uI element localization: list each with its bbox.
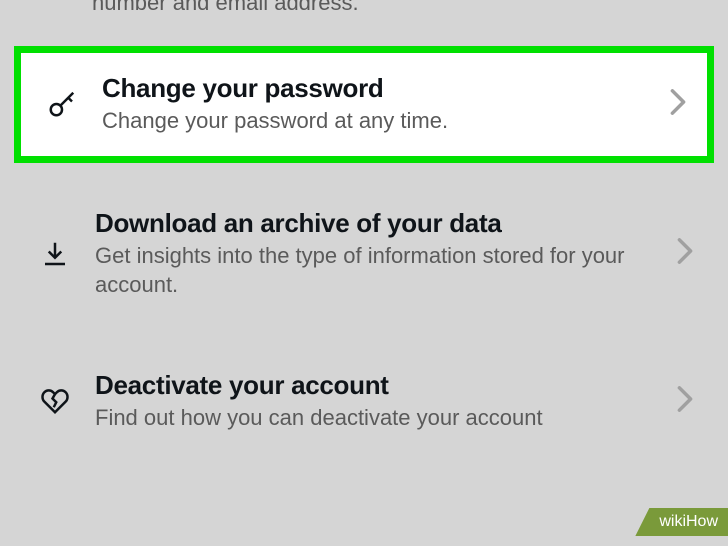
setting-item-title: Change your password	[102, 73, 657, 104]
settings-list: Change your password Change your passwor…	[0, 46, 728, 478]
chevron-right-icon	[669, 88, 693, 121]
key-icon	[42, 89, 82, 119]
setting-item-subtitle: Find out how you can deactivate your acc…	[95, 403, 664, 433]
setting-item-content: Change your password Change your passwor…	[102, 73, 657, 136]
partial-previous-item-text: number and email address.	[0, 0, 728, 46]
broken-heart-icon	[35, 386, 75, 416]
setting-item-content: Deactivate your account Find out how you…	[95, 370, 664, 433]
setting-item-deactivate-account[interactable]: Deactivate your account Find out how you…	[0, 345, 728, 458]
wikihow-watermark: wikiHow	[635, 508, 728, 536]
setting-item-title: Download an archive of your data	[95, 208, 664, 239]
setting-item-change-password[interactable]: Change your password Change your passwor…	[14, 46, 714, 163]
setting-item-content: Download an archive of your data Get ins…	[95, 208, 664, 300]
setting-item-download-archive[interactable]: Download an archive of your data Get ins…	[0, 183, 728, 325]
setting-item-subtitle: Change your password at any time.	[102, 106, 657, 136]
chevron-right-icon	[676, 385, 700, 418]
download-icon	[35, 239, 75, 269]
setting-item-title: Deactivate your account	[95, 370, 664, 401]
chevron-right-icon	[676, 237, 700, 270]
setting-item-subtitle: Get insights into the type of informatio…	[95, 241, 664, 300]
